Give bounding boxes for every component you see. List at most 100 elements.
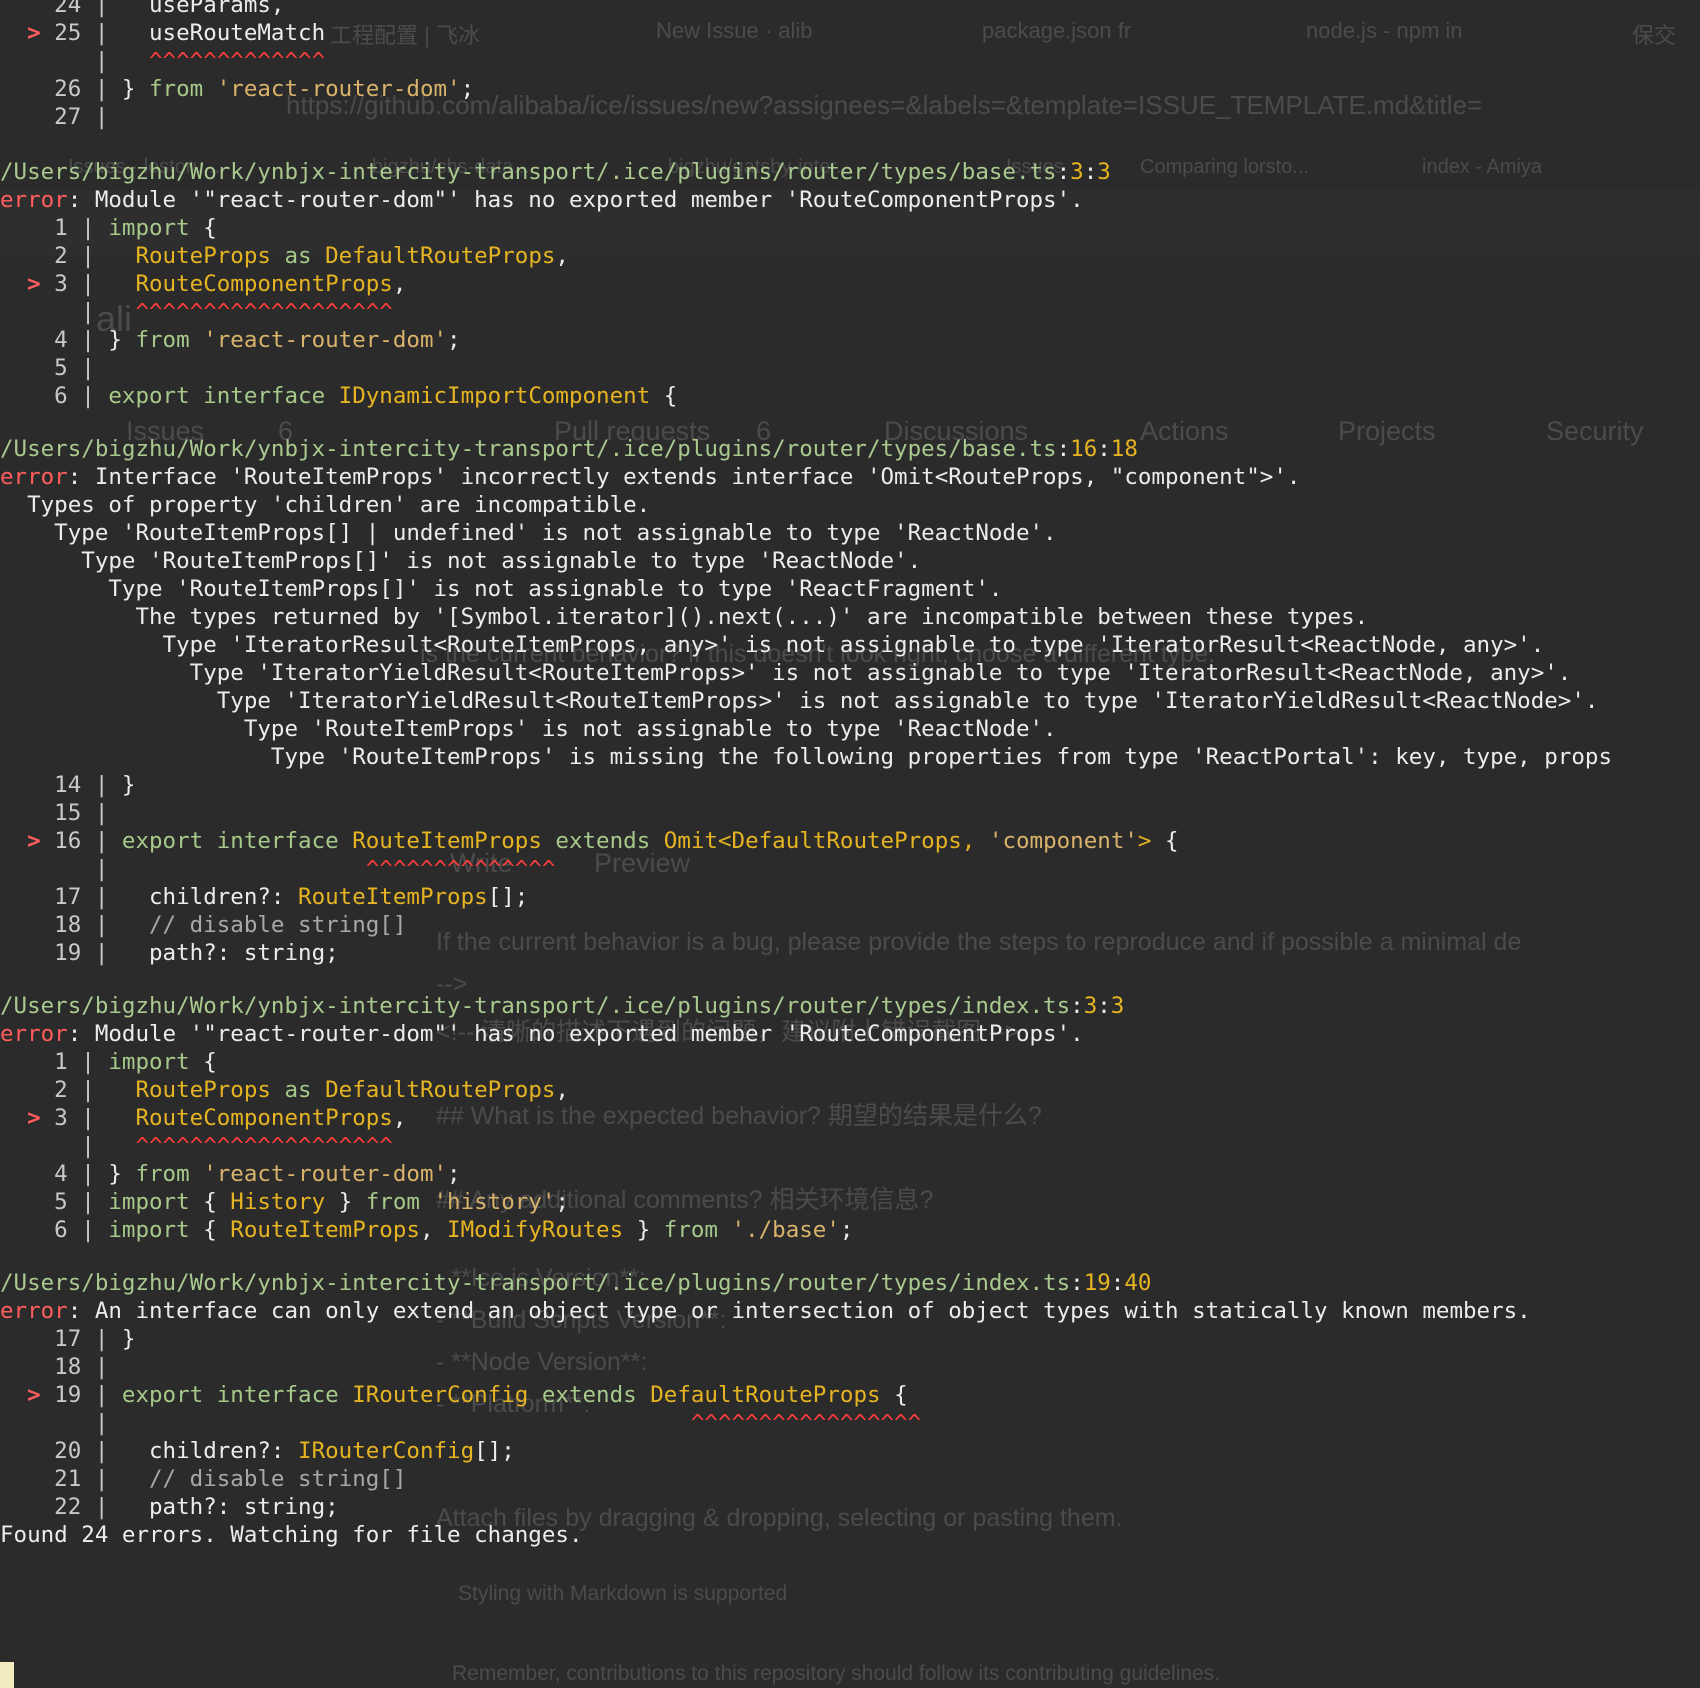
keyword: export interface [121, 828, 353, 854]
terminal-line: Found 24 errors. Watching for file chang… [0, 1520, 582, 1550]
line-number-gutter: 19 | [0, 940, 150, 966]
error-label: error [0, 187, 68, 213]
line-number-gutter: | [0, 1410, 691, 1436]
bookmark-item[interactable]: Comparing lorsto... [1140, 156, 1309, 179]
file-path: /Users/bigzhu/Work/ynbjx-intercity-trans… [0, 1270, 1071, 1296]
line-column: 19 [1083, 1270, 1111, 1296]
terminal-line: > 16 | export interface RouteItemProps e… [0, 826, 1178, 856]
error-caret: ^^^^^^^^^^^^^^^^^ [690, 1410, 922, 1436]
nav-tab[interactable]: Actions [1140, 416, 1229, 447]
browser-tab[interactable]: 保交 [1632, 18, 1676, 50]
terminal-line: error: Interface 'RouteItemProps' incorr… [0, 462, 1300, 492]
editor-text-line: Styling with Markdown is supported [458, 1582, 788, 1605]
keyword: import [108, 1049, 204, 1075]
type-name: RouteComponentProps [135, 1105, 393, 1131]
terminal-line: 14 | } [0, 770, 135, 800]
keyword: from [135, 327, 204, 353]
error-marker: > [0, 828, 55, 854]
terminal-line: Type 'RouteItemProps[]' is not assignabl… [0, 574, 1002, 604]
terminal-line: > 19 | export interface IRouterConfig ex… [0, 1380, 908, 1410]
line-column: 16 [1070, 436, 1098, 462]
keyword: from [149, 76, 217, 102]
string-literal: 'react-router-dom' [203, 327, 448, 353]
type-name: DefaultRouteProps [650, 1382, 881, 1408]
line-number-gutter: 16 | [54, 828, 122, 854]
keyword: import [108, 1189, 204, 1215]
line-number-gutter: 3 | [54, 1105, 136, 1131]
message-text: path?: string; [149, 1494, 339, 1520]
nav-tab[interactable]: Security [1546, 416, 1644, 447]
line-number-gutter: 21 | [0, 1466, 150, 1492]
message-text: Type 'IteratorYieldResult<RouteItemProps… [0, 688, 1599, 714]
terminal-line: 1 | import { [0, 1047, 217, 1077]
terminal-line: /Users/bigzhu/Work/ynbjx-intercity-trans… [0, 434, 1138, 464]
type-name: History [230, 1189, 326, 1215]
terminal-line: | ^^^^^^^^^^^^^^^^^ [0, 1408, 921, 1438]
nav-tab[interactable]: Projects [1338, 416, 1436, 447]
message-text: } [121, 76, 150, 102]
message-text: : Module '"react-router-dom"' has no exp… [67, 187, 1084, 213]
keyword: import [108, 215, 204, 241]
line-number-gutter: 18 | [0, 912, 150, 938]
terminal-line: | ^^^^^^^^^^^^^^^^^^^ [0, 1131, 393, 1161]
terminal-line: 26 | } from 'react-router-dom'; [0, 74, 474, 104]
message-text: } [121, 1326, 136, 1352]
terminal-line: Type 'IteratorYieldResult<RouteItemProps… [0, 686, 1599, 716]
keyword: from [135, 1161, 204, 1187]
error-caret: ^^^^^^^^^^^^^^^^^^^ [135, 299, 393, 325]
message-text: Found 24 errors. Watching for file chang… [0, 1522, 583, 1548]
type-name: RouteProps [135, 243, 285, 269]
error-label: error [0, 1298, 68, 1324]
message-text: , [555, 243, 569, 269]
terminal-line: 22 | path?: string; [0, 1492, 339, 1522]
message-text: Type 'RouteItemProps' is not assignable … [0, 716, 1057, 742]
terminal-line: Type 'IteratorResult<RouteItemProps, any… [0, 630, 1545, 660]
terminal-line: error: An interface can only extend an o… [0, 1296, 1531, 1326]
browser-tab[interactable]: 工程配置 | 飞冰 [330, 18, 480, 50]
line-number-gutter: 1 | [0, 215, 109, 241]
terminal-cursor [0, 1662, 14, 1688]
type-name: IDynamicImportComponent [338, 383, 664, 409]
line-number-gutter: | [0, 856, 366, 882]
message-text: : [1097, 993, 1111, 1019]
message-text: { [880, 1382, 908, 1408]
editor-text-line: - **Node Version**: [436, 1348, 648, 1376]
line-number-gutter: 24 | [0, 0, 150, 18]
terminal-line: 4 | } from 'react-router-dom'; [0, 325, 460, 355]
string-literal: 'component' [988, 828, 1138, 854]
browser-tab[interactable]: package.json fr [982, 18, 1131, 44]
message-text: : [1110, 1270, 1125, 1296]
message-text: { [663, 383, 678, 409]
line-number-gutter: 2 | [0, 1077, 136, 1103]
message-text: ; [555, 1189, 569, 1215]
line-number-gutter: 17 | [0, 1326, 122, 1352]
line-column: 40 [1124, 1270, 1152, 1296]
message-text: []; [474, 1438, 515, 1464]
line-number-gutter: 5 | [0, 1189, 109, 1215]
terminal-line: Type 'IteratorYieldResult<RouteItemProps… [0, 658, 1572, 688]
terminal-line: 6 | export interface IDynamicImportCompo… [0, 381, 677, 411]
message-text: : [1070, 993, 1084, 1019]
terminal-line: /Users/bigzhu/Work/ynbjx-intercity-trans… [0, 157, 1111, 187]
string-literal: 'react-router-dom' [216, 76, 461, 102]
message-text: , [555, 1077, 569, 1103]
browser-tab[interactable]: node.js - npm in [1306, 18, 1463, 44]
terminal-line: 6 | import { RouteItemProps, IModifyRout… [0, 1215, 853, 1245]
keyword: extends [555, 828, 664, 854]
browser-tab[interactable]: New Issue · alib [656, 18, 813, 44]
line-column: 3 [1110, 993, 1125, 1019]
line-number-gutter: 2 | [0, 243, 136, 269]
keyword: from [663, 1217, 732, 1243]
terminal-line: 1 | import { [0, 213, 217, 243]
line-column: 3 [1097, 159, 1111, 185]
bookmark-item[interactable]: index - Amiya [1422, 156, 1542, 179]
message-text: { [203, 1049, 217, 1075]
message-text: } [108, 327, 136, 353]
error-marker: > [0, 20, 55, 46]
keyword: import [108, 1217, 204, 1243]
terminal-line: | ^^^^^^^^^^^^^^^^^^^ [0, 297, 393, 327]
message-text: { [203, 1189, 231, 1215]
message-text: useRouteMatch [149, 20, 326, 46]
terminal-line: 27 | [0, 102, 108, 132]
message-text: Type 'RouteItemProps[] | undefined' is n… [0, 520, 1057, 546]
